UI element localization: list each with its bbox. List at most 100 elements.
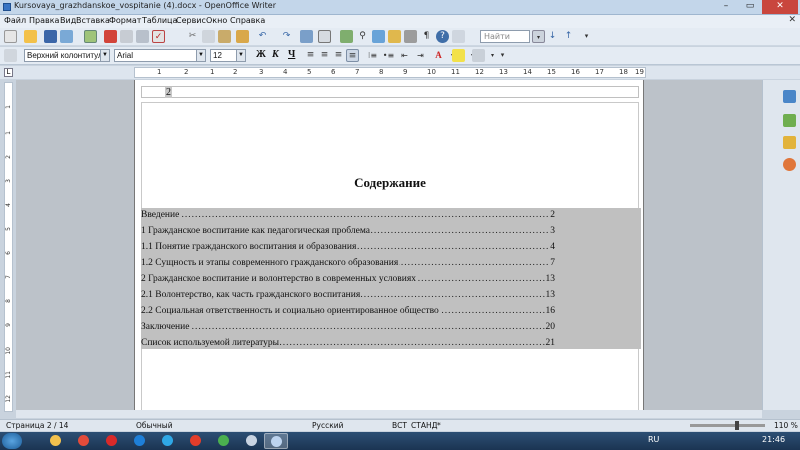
align-left-icon[interactable]: ≡ — [304, 49, 317, 62]
menu-help[interactable]: Справка — [230, 16, 265, 25]
bullets-icon[interactable]: •≡ — [382, 49, 395, 62]
menu-insert[interactable]: Вставка — [76, 16, 110, 25]
numbering-icon[interactable]: ⁝≡ — [366, 49, 379, 62]
toolbar-options-icon[interactable]: ▾ — [580, 30, 593, 43]
properties-icon[interactable] — [783, 90, 796, 103]
paragraph-style-select[interactable]: Верхний колонтитул ▼ — [24, 49, 110, 62]
taskbar-chrome-2[interactable] — [212, 433, 236, 449]
navigator-icon[interactable] — [372, 30, 385, 43]
help-icon[interactable] — [452, 30, 465, 43]
menu-edit[interactable]: Правка — [29, 16, 59, 25]
print-icon[interactable] — [120, 30, 133, 43]
selection-mode[interactable]: СТАНД — [411, 421, 437, 430]
bold-button[interactable]: Ж — [256, 49, 266, 60]
clock[interactable]: 21:46 — [762, 435, 785, 444]
horizontal-ruler[interactable]: 1 2 1 2 3 4 5 6 7 8 9 10 11 12 13 14 15 … — [134, 67, 646, 78]
taskbar-files[interactable] — [240, 433, 264, 449]
page-preview-icon[interactable] — [136, 30, 149, 43]
zoom-slider-handle[interactable] — [735, 421, 739, 430]
show-draw-functions-icon[interactable] — [340, 30, 353, 43]
vertical-ruler[interactable]: 1 1 2 3 4 5 6 7 8 9 10 11 12 — [4, 82, 13, 412]
align-right-icon[interactable]: ≡ — [332, 49, 345, 62]
menu-tools[interactable]: Сервис — [176, 16, 206, 25]
close-document-icon[interactable]: ✕ — [788, 15, 796, 25]
page-indicator[interactable]: Страница 2 / 14 — [6, 421, 68, 430]
taskbar-explorer[interactable] — [44, 433, 68, 449]
gallery-icon[interactable] — [783, 136, 796, 149]
insert-mode[interactable]: ВСТ — [392, 421, 407, 430]
close-button[interactable]: ✕ — [762, 0, 798, 14]
horizontal-scrollbar[interactable] — [16, 410, 762, 418]
gallery-icon[interactable] — [388, 30, 401, 43]
save-icon[interactable] — [44, 30, 57, 43]
cut-icon[interactable]: ✂ — [186, 30, 199, 43]
menu-format[interactable]: Формат — [109, 16, 141, 25]
page-header-frame[interactable] — [141, 86, 639, 98]
font-name-select[interactable]: Arial ▼ — [114, 49, 206, 62]
table-icon[interactable] — [318, 30, 331, 43]
menu-view[interactable]: Вид — [60, 16, 76, 25]
taskbar-yandex[interactable] — [184, 433, 208, 449]
toc-entry[interactable]: ........................................… — [141, 336, 641, 352]
toc-entry[interactable]: ........................................… — [141, 288, 641, 304]
chevron-down-icon[interactable]: ▼ — [236, 50, 245, 61]
find-previous-icon[interactable]: ↑ — [562, 30, 575, 43]
document-modified[interactable]: * — [437, 421, 441, 430]
justify-icon[interactable]: ≡ — [346, 49, 359, 62]
zoom-icon[interactable]: ? — [436, 30, 449, 43]
hyperlink-icon[interactable] — [300, 30, 313, 43]
chevron-down-icon[interactable]: ▼ — [100, 50, 109, 61]
styles-icon[interactable] — [783, 114, 796, 127]
underline-button[interactable]: Ч — [288, 49, 295, 60]
find-dropdown-chevron-icon[interactable]: ▾ — [532, 30, 545, 43]
background-color-icon[interactable] — [472, 49, 485, 62]
new-document-icon[interactable] — [4, 30, 17, 43]
redo-icon[interactable]: ↷ — [280, 30, 293, 43]
edit-file-icon[interactable] — [84, 30, 97, 43]
nonprinting-characters-icon[interactable]: ¶ — [420, 30, 433, 43]
toc-entry[interactable]: ........................................… — [141, 208, 641, 224]
export-pdf-icon[interactable] — [104, 30, 117, 43]
taskbar-player[interactable] — [128, 433, 152, 449]
maximize-button[interactable]: ▭ — [738, 0, 762, 14]
undo-icon[interactable]: ↶ — [256, 30, 269, 43]
find-input[interactable]: Найти — [480, 30, 530, 43]
menu-file[interactable]: Файл — [4, 16, 26, 25]
decrease-indent-icon[interactable]: ⇤ — [398, 49, 411, 62]
taskbar-opera[interactable] — [100, 433, 124, 449]
table-of-contents[interactable]: ........................................… — [141, 208, 641, 349]
open-folder-icon[interactable] — [24, 30, 37, 43]
toc-entry[interactable]: ........................................… — [141, 272, 641, 288]
minimize-button[interactable]: – — [714, 0, 738, 14]
find-replace-icon[interactable]: ⚲ — [356, 30, 369, 43]
toc-entry[interactable]: ........................................… — [141, 320, 641, 336]
data-sources-icon[interactable] — [404, 30, 417, 43]
navigator-icon[interactable] — [783, 158, 796, 171]
tab-stop-selector[interactable]: L — [4, 68, 13, 77]
italic-button[interactable]: К — [272, 49, 279, 60]
start-button-icon[interactable] — [2, 433, 22, 449]
header-page-number[interactable]: 2 — [165, 87, 172, 98]
page-style[interactable]: Обычный — [136, 421, 173, 430]
menu-window[interactable]: Окно — [206, 16, 227, 25]
menu-table[interactable]: Таблица — [142, 16, 177, 25]
toc-entry[interactable]: ........................................… — [141, 240, 641, 256]
toc-entry[interactable]: ........................................… — [141, 304, 641, 320]
clone-formatting-icon[interactable] — [236, 30, 249, 43]
copy-icon[interactable] — [202, 30, 215, 43]
zoom-slider[interactable] — [690, 424, 765, 427]
paste-icon[interactable] — [218, 30, 231, 43]
find-next-icon[interactable]: ↓ — [546, 30, 559, 43]
email-icon[interactable] — [60, 30, 73, 43]
zoom-level[interactable]: 110 % — [774, 421, 798, 430]
font-size-select[interactable]: 12 ▼ — [210, 49, 246, 62]
document-workspace[interactable]: 2 Содержание ...........................… — [16, 80, 762, 410]
font-color-icon[interactable]: A — [432, 49, 445, 62]
styles-formatting-icon[interactable] — [4, 49, 17, 62]
taskbar-skype[interactable] — [156, 433, 180, 449]
taskbar-chrome[interactable] — [72, 433, 96, 449]
toc-title[interactable]: Содержание — [135, 175, 645, 191]
taskbar-openoffice-writer[interactable] — [264, 433, 288, 449]
chevron-down-icon[interactable]: ▼ — [196, 50, 205, 61]
language-tray[interactable]: RU — [648, 435, 659, 444]
